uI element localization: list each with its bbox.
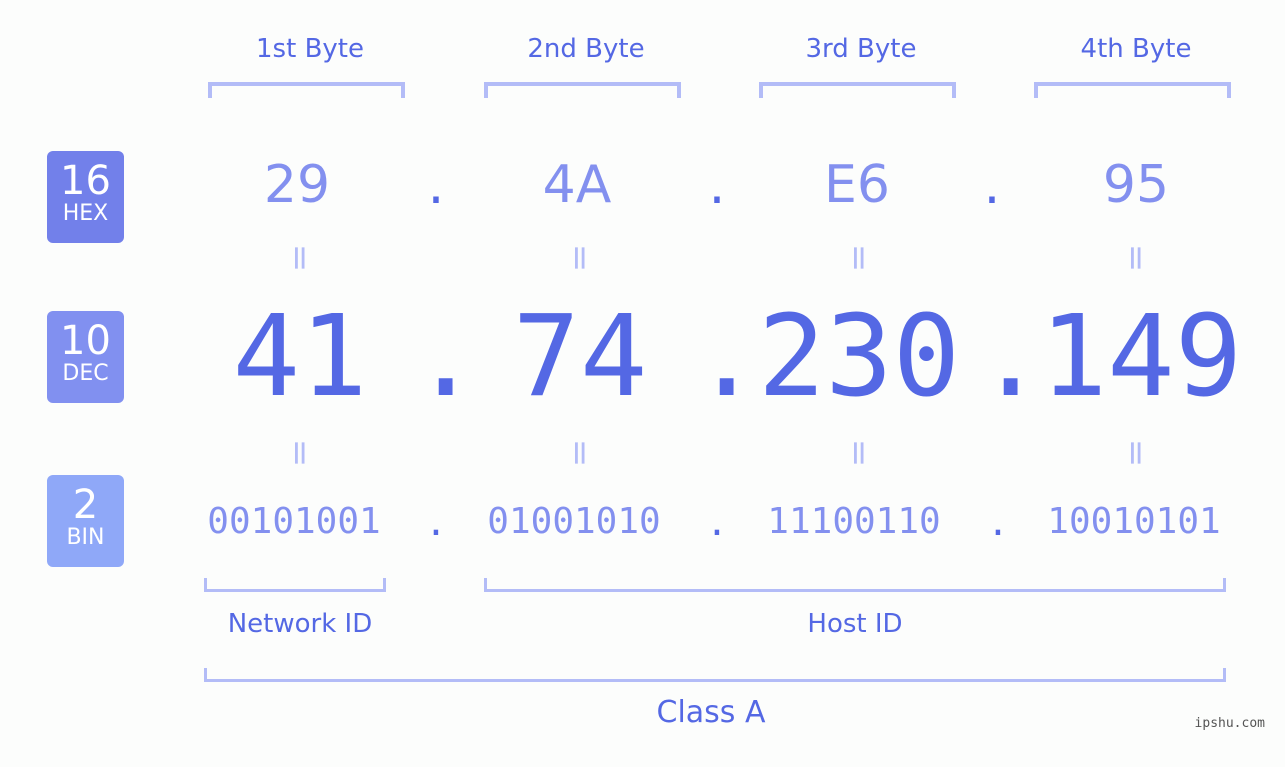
- byte-header-4: 4th Byte: [1080, 34, 1192, 64]
- byte-header-2: 2nd Byte: [527, 34, 645, 64]
- bin-badge-number: 2: [72, 482, 99, 528]
- dec-byte-1: 41: [232, 292, 368, 422]
- bin-byte-3: 11100110: [767, 501, 941, 542]
- equals-hex-dec-3: =: [839, 243, 879, 273]
- byte-header-3: 3rd Byte: [805, 34, 917, 64]
- dec-dot-3: .: [977, 292, 1045, 422]
- byte-bracket-3: [759, 82, 956, 98]
- byte-header-1: 1st Byte: [256, 34, 364, 64]
- watermark: ipshu.com: [1194, 716, 1265, 731]
- equals-dec-bin-3: =: [839, 438, 879, 468]
- equals-hex-dec-2: =: [560, 243, 600, 273]
- bin-byte-2: 01001010: [487, 501, 661, 542]
- class-bracket: [204, 668, 1226, 682]
- bin-dot-3: .: [987, 503, 1009, 544]
- equals-dec-bin-4: =: [1116, 438, 1156, 468]
- equals-hex-dec-4: =: [1116, 243, 1156, 273]
- equals-hex-dec-1: =: [280, 243, 320, 273]
- hex-byte-2: 4A: [542, 155, 612, 215]
- dec-byte-2: 74: [512, 292, 648, 422]
- host-id-label: Host ID: [807, 609, 903, 639]
- byte-bracket-2: [484, 82, 681, 98]
- byte-bracket-4: [1034, 82, 1231, 98]
- equals-dec-bin-1: =: [280, 438, 320, 468]
- bin-badge-label: BIN: [66, 525, 105, 550]
- dec-dot-1: .: [412, 292, 480, 422]
- bin-byte-4: 10010101: [1047, 501, 1221, 542]
- dec-dot-2: .: [693, 292, 761, 422]
- hex-byte-4: 95: [1102, 155, 1170, 215]
- hex-dot-1: .: [422, 163, 450, 214]
- bin-byte-1: 00101001: [207, 501, 381, 542]
- bin-dot-2: .: [706, 503, 728, 544]
- equals-dec-bin-2: =: [560, 438, 600, 468]
- hex-byte-3: E6: [824, 155, 890, 215]
- dec-byte-3: 230: [757, 292, 961, 422]
- dec-byte-4: 149: [1039, 292, 1243, 422]
- hex-badge-number: 16: [60, 158, 111, 204]
- network-id-label: Network ID: [227, 609, 373, 639]
- network-id-bracket: [204, 578, 386, 592]
- dec-badge-number: 10: [60, 318, 111, 364]
- bin-badge: 2 BIN: [47, 475, 124, 567]
- hex-badge: 16 HEX: [47, 151, 124, 243]
- hex-byte-1: 29: [263, 155, 331, 215]
- byte-bracket-1: [208, 82, 405, 98]
- host-id-bracket: [484, 578, 1226, 592]
- dec-badge-label: DEC: [62, 361, 109, 386]
- hex-dot-3: .: [978, 163, 1006, 214]
- hex-badge-label: HEX: [62, 201, 109, 226]
- class-label: Class A: [656, 695, 766, 730]
- dec-badge: 10 DEC: [47, 311, 124, 403]
- hex-dot-2: .: [703, 163, 731, 214]
- bin-dot-1: .: [425, 503, 447, 544]
